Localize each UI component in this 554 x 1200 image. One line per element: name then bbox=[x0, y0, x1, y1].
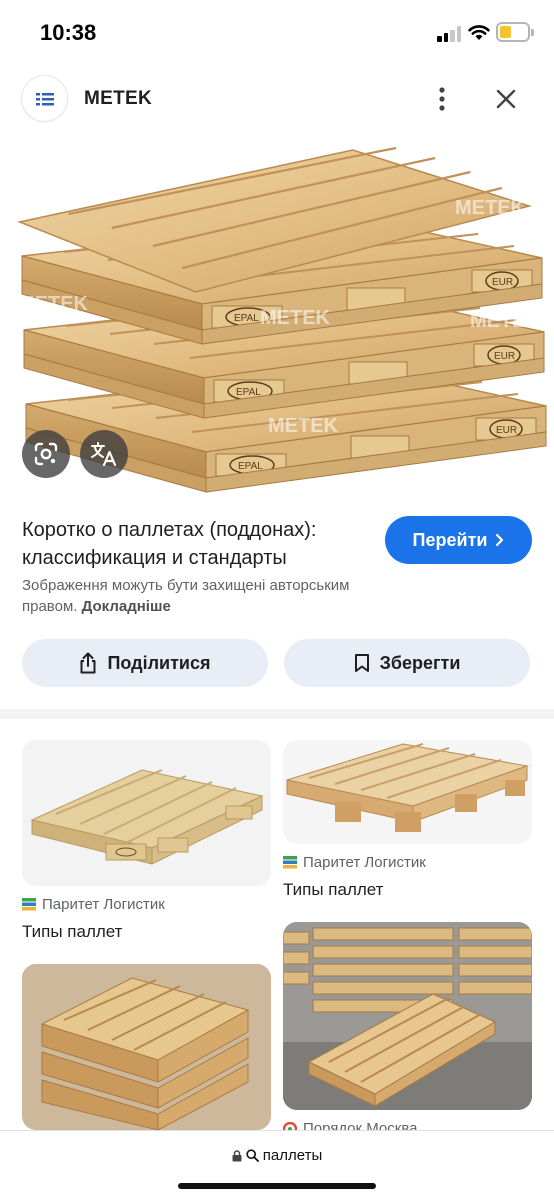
translate-icon[interactable] bbox=[80, 430, 128, 478]
cellular-signal-icon bbox=[437, 26, 463, 42]
site-logo-icon bbox=[283, 856, 297, 869]
related-image-4[interactable] bbox=[283, 922, 532, 1110]
save-label: Зберегти bbox=[379, 652, 461, 673]
learn-more-link[interactable]: Докладніше bbox=[82, 598, 171, 615]
visit-label: Перейти bbox=[412, 529, 488, 550]
status-bar: 10:38 bbox=[0, 0, 554, 66]
watermark: METEK bbox=[470, 310, 541, 332]
site-name[interactable]: METEK bbox=[84, 88, 152, 110]
watermark: METEK bbox=[455, 197, 526, 219]
watermark: METEK bbox=[260, 307, 331, 329]
status-time: 10:38 bbox=[40, 20, 97, 45]
watermark: METEK bbox=[268, 415, 339, 437]
related-title-2[interactable]: Типы паллет bbox=[283, 880, 383, 900]
google-lens-icon[interactable] bbox=[22, 430, 70, 478]
copyright-notice: Зображення можуть бути захищені авторськ… bbox=[22, 575, 402, 617]
share-icon bbox=[80, 652, 96, 674]
viewer-header: METEK bbox=[0, 76, 554, 124]
watermark: METEK bbox=[18, 293, 89, 315]
site-logo-icon bbox=[22, 898, 36, 911]
section-divider bbox=[0, 709, 554, 719]
save-button[interactable]: Зберегти bbox=[284, 639, 530, 687]
source-name: Паритет Логистик bbox=[42, 896, 165, 913]
result-title[interactable]: Коротко о паллетах (поддонах): классифик… bbox=[22, 516, 372, 572]
share-button[interactable]: Поділитися bbox=[22, 639, 268, 687]
search-icon bbox=[246, 1149, 259, 1162]
related-source-2[interactable]: Паритет Логистик bbox=[283, 854, 426, 871]
search-query: паллеты bbox=[262, 1147, 323, 1164]
list-icon[interactable] bbox=[22, 76, 67, 121]
lock-icon bbox=[232, 1149, 242, 1161]
visit-button[interactable]: Перейти bbox=[385, 516, 532, 564]
related-image-2[interactable] bbox=[283, 740, 532, 844]
wifi-icon bbox=[468, 25, 490, 40]
bookmark-icon bbox=[354, 654, 369, 672]
more-vert-icon[interactable] bbox=[428, 82, 456, 116]
close-icon[interactable] bbox=[490, 82, 522, 116]
related-title-1[interactable]: Типы паллет bbox=[22, 922, 122, 942]
chevron-right-icon bbox=[496, 533, 504, 547]
battery-icon bbox=[496, 22, 534, 42]
share-label: Поділитися bbox=[107, 652, 211, 673]
address-bar[interactable]: паллеты bbox=[0, 1147, 554, 1164]
related-source-1[interactable]: Паритет Логистик bbox=[22, 896, 165, 913]
related-image-3[interactable] bbox=[22, 964, 271, 1130]
source-name: Паритет Логистик bbox=[303, 854, 426, 871]
bottom-url-bar: паллеты bbox=[0, 1130, 554, 1200]
copyright-text: Зображення можуть бути захищені авторськ… bbox=[22, 577, 350, 615]
home-indicator[interactable] bbox=[178, 1183, 376, 1189]
related-image-1[interactable] bbox=[22, 740, 271, 886]
